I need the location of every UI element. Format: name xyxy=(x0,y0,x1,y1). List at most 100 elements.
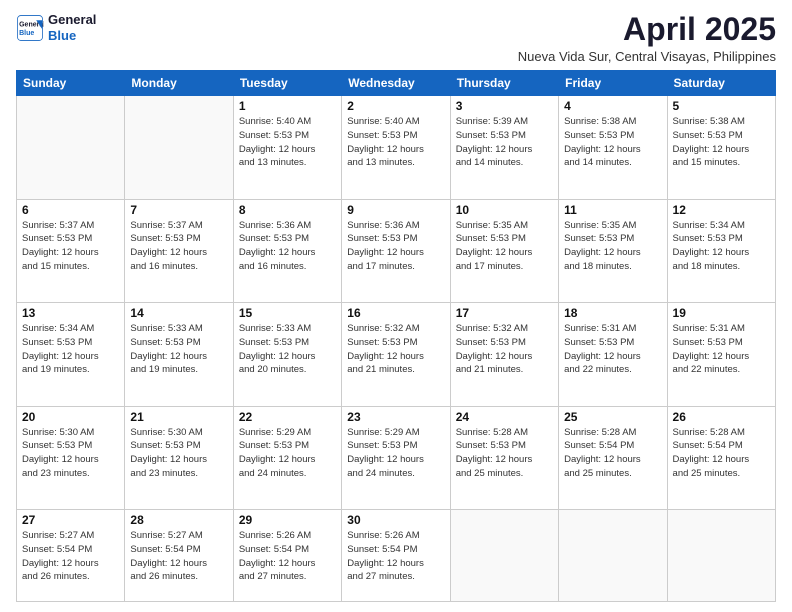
table-row xyxy=(125,96,233,200)
day-number: 30 xyxy=(347,513,444,527)
day-number: 15 xyxy=(239,306,336,320)
col-wednesday: Wednesday xyxy=(342,71,450,96)
day-info: Sunrise: 5:27 AM Sunset: 5:54 PM Dayligh… xyxy=(22,529,119,584)
table-row: 13Sunrise: 5:34 AM Sunset: 5:53 PM Dayli… xyxy=(17,303,125,407)
col-thursday: Thursday xyxy=(450,71,558,96)
table-row: 14 Sunrise: 5:33 AM Sunset: 5:53 PM Dayli… xyxy=(125,303,233,407)
day-info: Sunrise: 5:26 AM Sunset: 5:54 PM Dayligh… xyxy=(347,529,444,584)
table-row xyxy=(667,510,775,602)
day-number: 8 xyxy=(239,203,336,217)
day-number: 2 xyxy=(347,99,444,113)
col-monday: Monday xyxy=(125,71,233,96)
table-row: 30 Sunrise: 5:26 AM Sunset: 5:54 PM Dayli… xyxy=(342,510,450,602)
table-row: 12 Sunrise: 5:34 AM Sunset: 5:53 PM Dayli… xyxy=(667,199,775,303)
day-info: Sunrise: 5:29 AM Sunset: 5:53 PM Dayligh… xyxy=(239,426,336,481)
table-row xyxy=(17,96,125,200)
day-number: 7 xyxy=(130,203,227,217)
month-title: April 2025 xyxy=(518,12,776,47)
title-section: April 2025 Nueva Vida Sur, Central Visay… xyxy=(518,12,776,64)
day-number: 16 xyxy=(347,306,444,320)
table-row: 6 Sunrise: 5:37 AM Sunset: 5:53 PM Daylig… xyxy=(17,199,125,303)
day-number: 12 xyxy=(673,203,770,217)
day-number: 3 xyxy=(456,99,553,113)
table-row: 16 Sunrise: 5:32 AM Sunset: 5:53 PM Dayli… xyxy=(342,303,450,407)
header-row: Sunday Monday Tuesday Wednesday Thursday… xyxy=(17,71,776,96)
day-number: 25 xyxy=(564,410,661,424)
table-row xyxy=(559,510,667,602)
table-row: 20 Sunrise: 5:30 AM Sunset: 5:53 PM Dayli… xyxy=(17,406,125,510)
day-info: Sunrise: 5:34 AM Sunset: 5:53 PM Dayligh… xyxy=(22,322,119,377)
table-row: 15 Sunrise: 5:33 AM Sunset: 5:53 PM Dayli… xyxy=(233,303,341,407)
day-info: Sunrise: 5:37 AM Sunset: 5:53 PM Dayligh… xyxy=(130,219,227,274)
table-row: 29 Sunrise: 5:26 AM Sunset: 5:54 PM Dayli… xyxy=(233,510,341,602)
day-info: Sunrise: 5:35 AM Sunset: 5:53 PM Dayligh… xyxy=(564,219,661,274)
day-number: 29 xyxy=(239,513,336,527)
logo: General Blue General Blue xyxy=(16,12,96,43)
logo-line2: Blue xyxy=(48,28,96,44)
table-row: 26 Sunrise: 5:28 AM Sunset: 5:54 PM Dayli… xyxy=(667,406,775,510)
day-number: 5 xyxy=(673,99,770,113)
day-number: 11 xyxy=(564,203,661,217)
table-row: 17 Sunrise: 5:32 AM Sunset: 5:53 PM Dayli… xyxy=(450,303,558,407)
header: General Blue General Blue April 2025 Nue… xyxy=(16,12,776,64)
svg-text:Blue: Blue xyxy=(19,30,34,37)
table-row: 22 Sunrise: 5:29 AM Sunset: 5:53 PM Dayli… xyxy=(233,406,341,510)
table-row: 21 Sunrise: 5:30 AM Sunset: 5:53 PM Dayli… xyxy=(125,406,233,510)
day-number: 19 xyxy=(673,306,770,320)
day-info: Sunrise: 5:34 AM Sunset: 5:53 PM Dayligh… xyxy=(673,219,770,274)
day-info: Sunrise: 5:31 AM Sunset: 5:53 PM Dayligh… xyxy=(673,322,770,377)
day-number: 28 xyxy=(130,513,227,527)
calendar-table: Sunday Monday Tuesday Wednesday Thursday… xyxy=(16,70,776,602)
table-row: 25 Sunrise: 5:28 AM Sunset: 5:54 PM Dayli… xyxy=(559,406,667,510)
day-info: Sunrise: 5:28 AM Sunset: 5:54 PM Dayligh… xyxy=(564,426,661,481)
day-number: 18 xyxy=(564,306,661,320)
day-info: Sunrise: 5:32 AM Sunset: 5:53 PM Dayligh… xyxy=(456,322,553,377)
day-number: 14 xyxy=(130,306,227,320)
day-info: Sunrise: 5:28 AM Sunset: 5:54 PM Dayligh… xyxy=(673,426,770,481)
day-info: Sunrise: 5:37 AM Sunset: 5:53 PM Dayligh… xyxy=(22,219,119,274)
day-info: Sunrise: 5:30 AM Sunset: 5:53 PM Dayligh… xyxy=(22,426,119,481)
day-number: 4 xyxy=(564,99,661,113)
day-info: Sunrise: 5:26 AM Sunset: 5:54 PM Dayligh… xyxy=(239,529,336,584)
day-info: Sunrise: 5:28 AM Sunset: 5:53 PM Dayligh… xyxy=(456,426,553,481)
table-row: 4Sunrise: 5:38 AM Sunset: 5:53 PM Daylig… xyxy=(559,96,667,200)
day-number: 9 xyxy=(347,203,444,217)
day-number: 6 xyxy=(22,203,119,217)
table-row: 8 Sunrise: 5:36 AM Sunset: 5:53 PM Daylig… xyxy=(233,199,341,303)
table-row: 10Sunrise: 5:35 AM Sunset: 5:53 PM Dayli… xyxy=(450,199,558,303)
table-row xyxy=(450,510,558,602)
day-info: Sunrise: 5:36 AM Sunset: 5:53 PM Dayligh… xyxy=(239,219,336,274)
table-row: 28Sunrise: 5:27 AM Sunset: 5:54 PM Dayli… xyxy=(125,510,233,602)
table-row: 24 Sunrise: 5:28 AM Sunset: 5:53 PM Dayli… xyxy=(450,406,558,510)
subtitle: Nueva Vida Sur, Central Visayas, Philipp… xyxy=(518,49,776,64)
day-number: 22 xyxy=(239,410,336,424)
day-number: 20 xyxy=(22,410,119,424)
table-row: 27 Sunrise: 5:27 AM Sunset: 5:54 PM Dayli… xyxy=(17,510,125,602)
day-info: Sunrise: 5:29 AM Sunset: 5:53 PM Dayligh… xyxy=(347,426,444,481)
logo-icon: General Blue xyxy=(16,14,44,42)
day-info: Sunrise: 5:39 AM Sunset: 5:53 PM Dayligh… xyxy=(456,115,553,170)
day-info: Sunrise: 5:35 AM Sunset: 5:53 PM Dayligh… xyxy=(456,219,553,274)
day-info: Sunrise: 5:33 AM Sunset: 5:53 PM Dayligh… xyxy=(130,322,227,377)
table-row: 3 Sunrise: 5:39 AM Sunset: 5:53 PM Daylig… xyxy=(450,96,558,200)
table-row: 18Sunrise: 5:31 AM Sunset: 5:53 PM Dayli… xyxy=(559,303,667,407)
col-sunday: Sunday xyxy=(17,71,125,96)
col-tuesday: Tuesday xyxy=(233,71,341,96)
day-number: 27 xyxy=(22,513,119,527)
day-info: Sunrise: 5:32 AM Sunset: 5:53 PM Dayligh… xyxy=(347,322,444,377)
table-row: 1Sunrise: 5:40 AM Sunset: 5:53 PM Daylig… xyxy=(233,96,341,200)
day-info: Sunrise: 5:40 AM Sunset: 5:53 PM Dayligh… xyxy=(239,115,336,170)
table-row: 9Sunrise: 5:36 AM Sunset: 5:53 PM Daylig… xyxy=(342,199,450,303)
page: General Blue General Blue April 2025 Nue… xyxy=(0,0,792,612)
col-friday: Friday xyxy=(559,71,667,96)
table-row: 7 Sunrise: 5:37 AM Sunset: 5:53 PM Daylig… xyxy=(125,199,233,303)
day-info: Sunrise: 5:30 AM Sunset: 5:53 PM Dayligh… xyxy=(130,426,227,481)
day-number: 26 xyxy=(673,410,770,424)
day-info: Sunrise: 5:33 AM Sunset: 5:53 PM Dayligh… xyxy=(239,322,336,377)
day-number: 24 xyxy=(456,410,553,424)
day-number: 17 xyxy=(456,306,553,320)
day-number: 21 xyxy=(130,410,227,424)
table-row: 11 Sunrise: 5:35 AM Sunset: 5:53 PM Dayli… xyxy=(559,199,667,303)
logo-line1: General xyxy=(48,12,96,28)
day-info: Sunrise: 5:40 AM Sunset: 5:53 PM Dayligh… xyxy=(347,115,444,170)
